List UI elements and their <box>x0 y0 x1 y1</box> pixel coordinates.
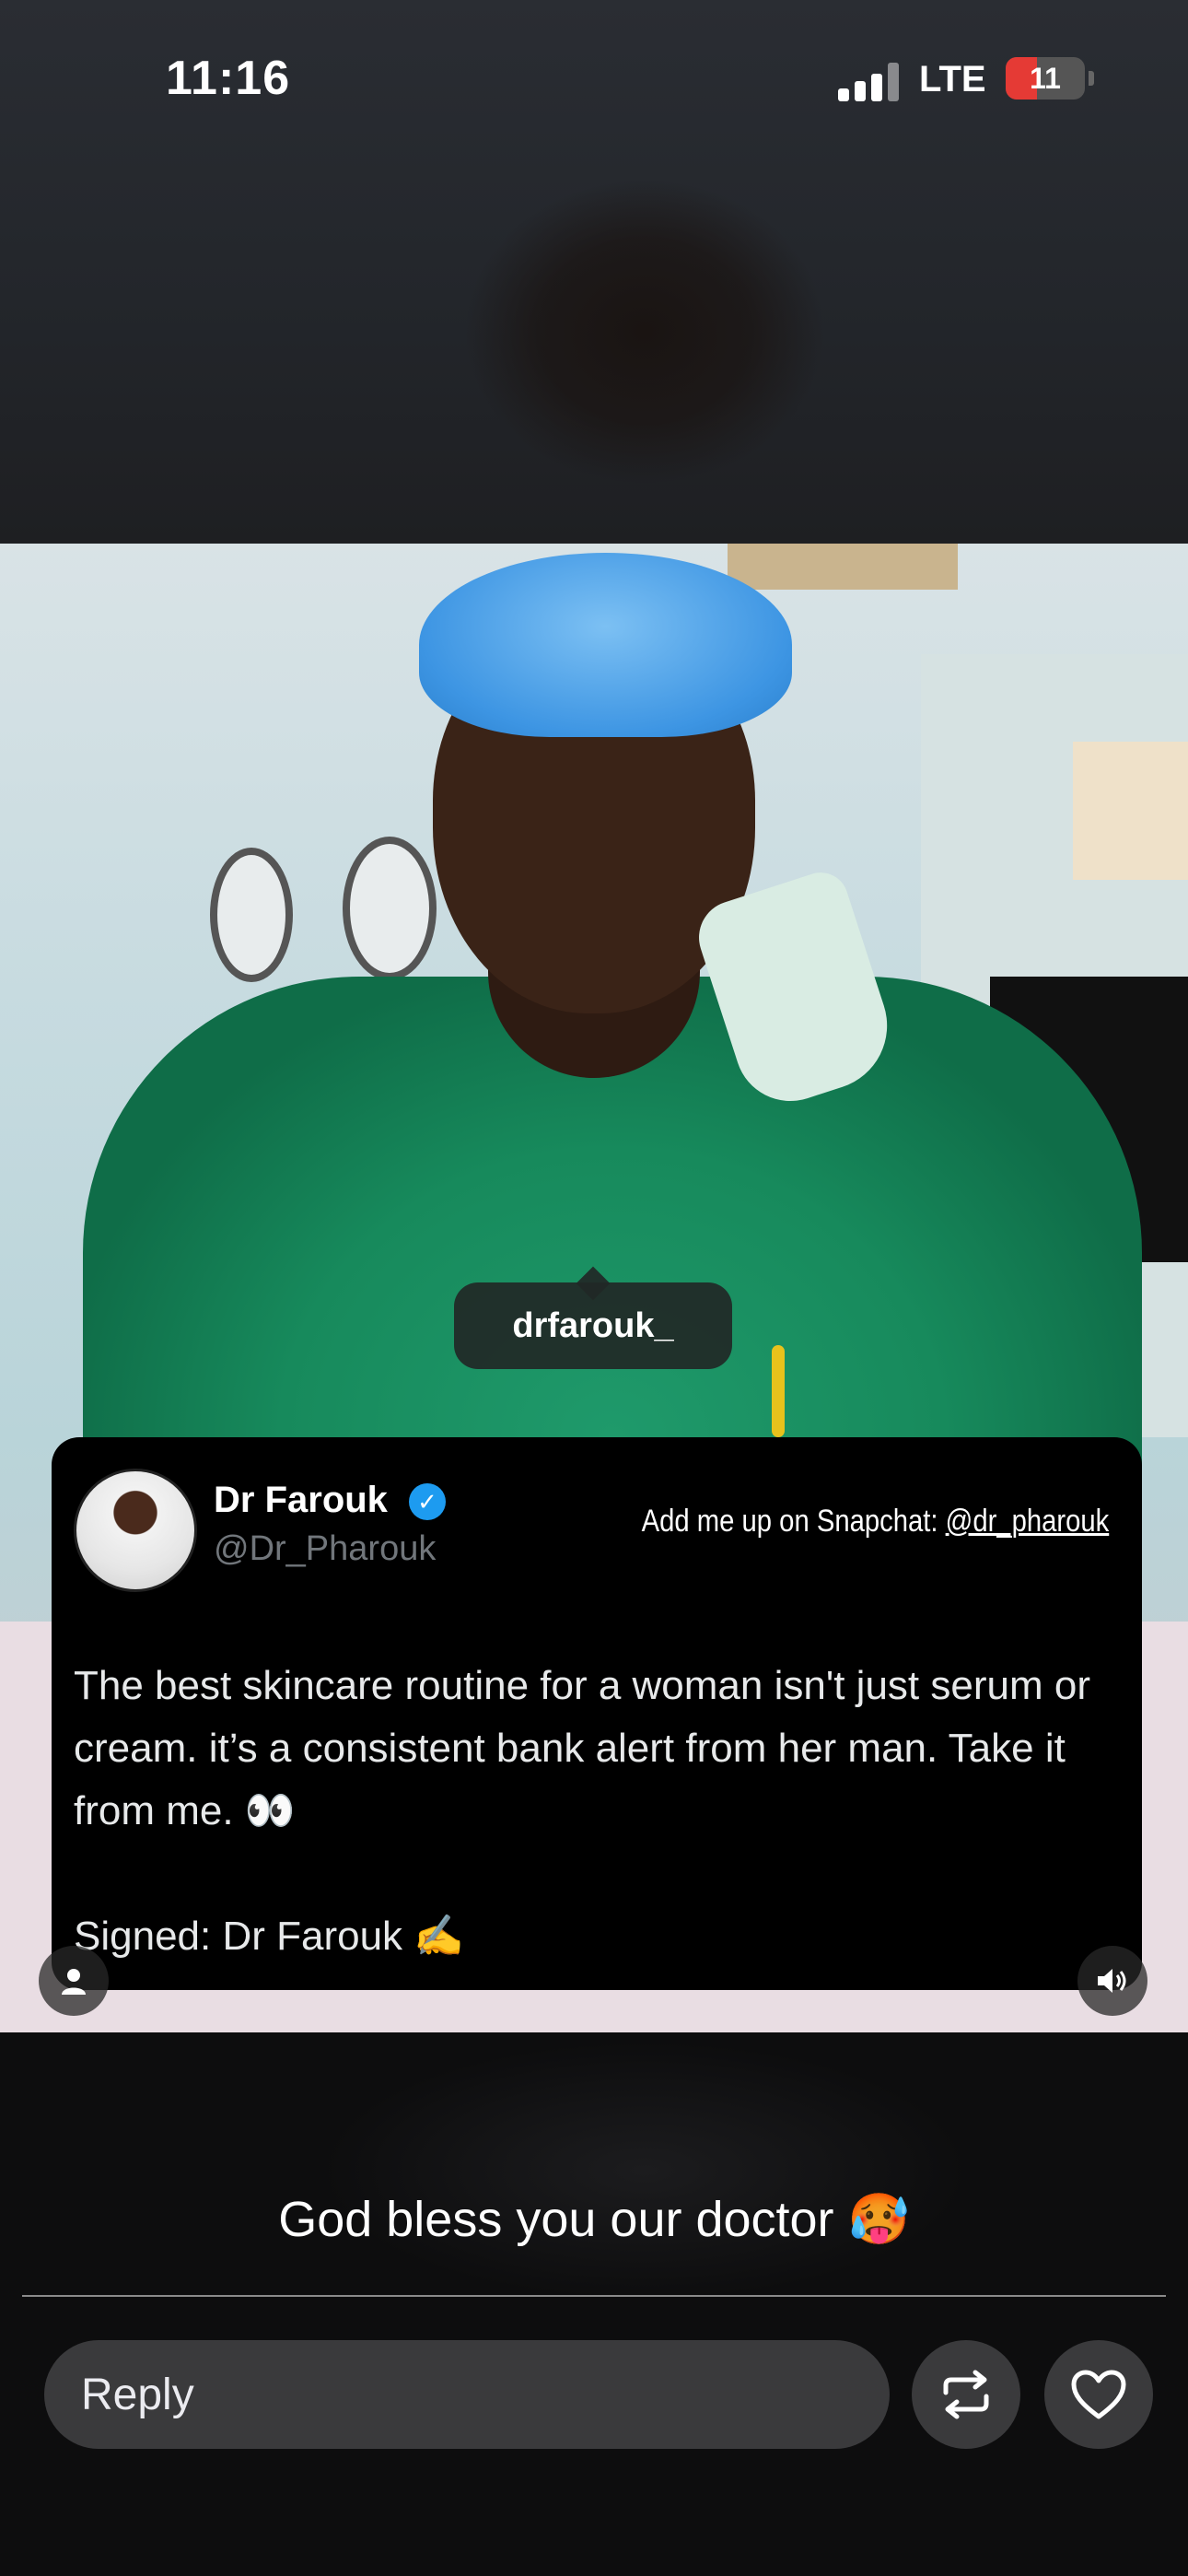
battery-level: 11 <box>1030 62 1061 95</box>
battery-tip <box>1089 71 1094 86</box>
person-icon <box>62 1969 86 1995</box>
mention-tag[interactable]: drfarouk_ <box>454 1282 732 1369</box>
tweet-author-name: Dr Farouk <box>214 1480 388 1520</box>
reply-input[interactable] <box>44 2340 890 2449</box>
wall-clock <box>210 848 293 982</box>
mention-tag-label: drfarouk_ <box>512 1306 674 1345</box>
verified-badge-icon: ✓ <box>409 1483 446 1520</box>
tweet-text: The best skincare routine for a woman is… <box>74 1663 1090 1959</box>
pen <box>772 1345 785 1437</box>
tweet-handle: @Dr_Pharouk <box>214 1529 437 1568</box>
profile-button[interactable] <box>39 1946 109 2016</box>
heart-icon <box>1071 2370 1126 2419</box>
verified-check: ✓ <box>417 1487 437 1516</box>
repost-icon <box>943 2370 989 2419</box>
speaker-icon <box>1098 1969 1126 1993</box>
ceiling-light <box>728 544 958 590</box>
status-bar: 11:16 LTE 11 <box>0 0 1188 157</box>
battery-icon: 11 <box>1006 57 1085 100</box>
network-type: LTE <box>919 59 986 100</box>
cellular-signal-icon <box>838 63 899 101</box>
snapchat-note-prefix: Add me up on Snapchat: <box>641 1504 946 1539</box>
wall-poster <box>1073 742 1188 880</box>
repost-button[interactable] <box>912 2340 1020 2449</box>
snapchat-note: Add me up on Snapchat: @dr_pharouk <box>641 1504 1109 1540</box>
story-bottom-backdrop <box>0 2032 1188 2576</box>
snapchat-handle-link[interactable]: @dr_pharouk <box>945 1504 1109 1539</box>
avatar <box>74 1469 197 1592</box>
tweet-card[interactable]: Dr Farouk ✓ @Dr_Pharouk Add me up on Sna… <box>52 1437 1142 1990</box>
status-time: 11:16 <box>166 52 291 105</box>
surgical-cap <box>419 553 792 737</box>
divider <box>22 2295 1166 2297</box>
wall-clock <box>343 837 437 980</box>
like-button[interactable] <box>1044 2340 1153 2449</box>
story-caption: God bless you our doctor 🥵 <box>278 2192 910 2247</box>
sound-toggle-button[interactable] <box>1077 1946 1147 2016</box>
